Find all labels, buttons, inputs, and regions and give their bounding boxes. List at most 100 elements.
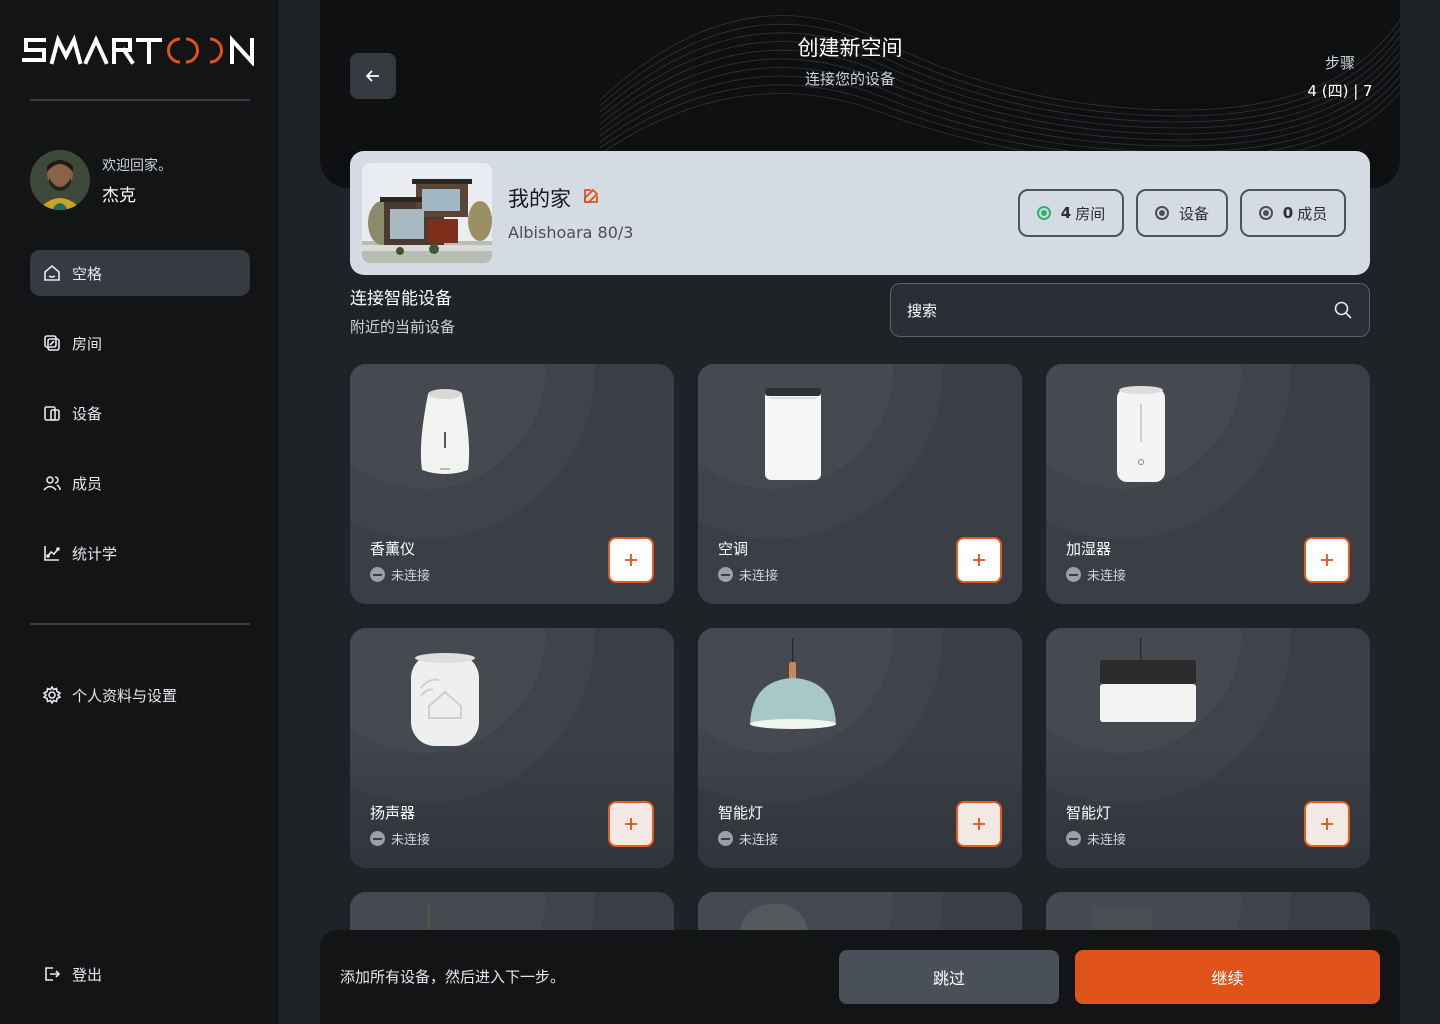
disconnected-icon <box>370 567 385 582</box>
footer-hint: 添加所有设备，然后进入下一步。 <box>340 968 566 986</box>
logout-button[interactable]: 登出 <box>30 951 250 997</box>
section-title: 连接智能设备 <box>350 289 452 309</box>
add-device-button[interactable] <box>956 801 1002 847</box>
device-card-smart-light-1[interactable]: 智能灯 未连接 <box>698 628 1022 868</box>
home-icon <box>44 264 60 281</box>
device-status-text: 未连接 <box>739 569 779 584</box>
device-name: 扬声器 <box>370 804 416 822</box>
device-status: 未连接 <box>1066 829 1126 848</box>
continue-button[interactable]: 继续 <box>1075 950 1380 1004</box>
device-status: 未连接 <box>718 829 778 848</box>
add-device-button[interactable] <box>608 801 654 847</box>
user-greeting: 欢迎回家。 <box>102 157 172 174</box>
gear-icon <box>42 685 62 705</box>
sidebar-item-label: 统计学 <box>72 544 118 563</box>
sidebar-item-spaces[interactable]: 空格 <box>30 250 250 296</box>
rooms-chip[interactable]: 4 房间 <box>1018 189 1124 237</box>
plus-icon <box>1321 554 1333 566</box>
plus-icon <box>625 554 637 566</box>
disconnected-icon <box>718 831 733 846</box>
device-card-diffuser[interactable]: 香薰仪 未连接 <box>350 364 674 604</box>
sidebar-divider-top <box>30 99 250 101</box>
status-dot-icon <box>1258 206 1273 220</box>
edit-icon[interactable] <box>582 187 600 205</box>
device-status-text: 未连接 <box>1087 833 1127 848</box>
settings-label: 个人资料与设置 <box>72 686 178 705</box>
room-icon <box>44 335 60 351</box>
status-dot-icon <box>1036 206 1051 220</box>
device-status-text: 未连接 <box>391 833 431 848</box>
plus-icon <box>973 554 985 566</box>
chip-label: 设备 <box>1178 204 1209 223</box>
device-card-air-conditioner[interactable]: 空调 未连接 <box>698 364 1022 604</box>
device-name: 空调 <box>718 540 749 558</box>
chip-count: 0 <box>1282 204 1294 222</box>
logout-icon <box>45 967 61 981</box>
add-device-button[interactable] <box>1304 537 1350 583</box>
sidebar-item-devices[interactable]: 设备 <box>30 390 250 436</box>
arrow-left-icon <box>365 70 379 82</box>
pendant-lamp-icon <box>718 628 868 748</box>
disconnected-icon <box>718 567 733 582</box>
search-icon[interactable] <box>1333 300 1353 320</box>
user-name: 杰克 <box>102 185 136 206</box>
disconnected-icon <box>1066 831 1081 846</box>
step-label: 步骤 <box>1324 54 1355 72</box>
device-status: 未连接 <box>718 565 778 584</box>
device-card-humidifier[interactable]: 加湿器 未连接 <box>1046 364 1370 604</box>
sidebar-item-label: 空格 <box>72 264 103 283</box>
drum-lamp-icon <box>1066 628 1216 748</box>
device-icon <box>44 406 60 421</box>
device-status-text: 未连接 <box>739 833 779 848</box>
plus-icon <box>1321 818 1333 830</box>
device-name: 智能灯 <box>1066 804 1112 822</box>
page-subtitle: 连接您的设备 <box>804 70 895 88</box>
smartoon-logo <box>22 34 254 66</box>
section-subtitle: 附近的当前设备 <box>350 318 456 336</box>
device-status: 未连接 <box>370 829 430 848</box>
plus-icon <box>625 818 637 830</box>
home-name: 我的家 <box>508 187 571 211</box>
diffuser-icon <box>370 374 520 494</box>
sidebar: 欢迎回家。 杰克 空格 房间 设备 成员 统计学 个人资料与设置 登出 <box>0 0 279 1024</box>
device-status: 未连接 <box>1066 565 1126 584</box>
device-status-text: 未连接 <box>1087 569 1127 584</box>
speaker-icon <box>370 638 520 758</box>
devices-chip[interactable]: 设备 <box>1136 189 1228 237</box>
home-address: Albishoara 80/3 <box>508 223 634 242</box>
air-conditioner-icon <box>718 374 868 494</box>
search-input[interactable]: 搜索 <box>890 283 1370 337</box>
sidebar-item-label: 设备 <box>72 404 103 423</box>
chip-label: 房间 <box>1075 204 1106 223</box>
add-device-button[interactable] <box>1304 801 1350 847</box>
add-device-button[interactable] <box>956 537 1002 583</box>
sidebar-item-members[interactable]: 成员 <box>30 460 250 506</box>
avatar[interactable] <box>30 150 90 210</box>
sidebar-item-settings[interactable]: 个人资料与设置 <box>30 672 250 718</box>
humidifier-icon <box>1066 374 1216 494</box>
sidebar-item-label: 成员 <box>72 474 103 493</box>
back-button[interactable] <box>350 53 396 99</box>
disconnected-icon <box>370 831 385 846</box>
plus-icon <box>973 818 985 830</box>
add-device-button[interactable] <box>608 537 654 583</box>
stats-icon <box>44 546 60 561</box>
device-card-speaker[interactable]: 扬声器 未连接 <box>350 628 674 868</box>
sidebar-item-statistics[interactable]: 统计学 <box>30 530 250 576</box>
sidebar-item-rooms[interactable]: 房间 <box>30 320 250 366</box>
device-name: 加湿器 <box>1066 540 1112 558</box>
members-icon <box>43 476 61 491</box>
sidebar-divider-bottom <box>30 623 250 625</box>
user-profile: 欢迎回家。 杰克 <box>30 150 172 210</box>
device-name: 智能灯 <box>718 804 764 822</box>
chip-count: 4 <box>1060 204 1072 222</box>
device-status: 未连接 <box>370 565 430 584</box>
skip-button[interactable]: 跳过 <box>839 950 1059 1004</box>
device-card-smart-light-2[interactable]: 智能灯 未连接 <box>1046 628 1370 868</box>
sidebar-item-label: 房间 <box>72 334 103 353</box>
device-name: 香薰仪 <box>370 540 416 558</box>
home-card: 我的家 Albishoara 80/3 4 房间 设备 0 成员 <box>350 151 1370 275</box>
disconnected-icon <box>1066 567 1081 582</box>
members-chip[interactable]: 0 成员 <box>1240 189 1346 237</box>
device-status-text: 未连接 <box>391 569 431 584</box>
